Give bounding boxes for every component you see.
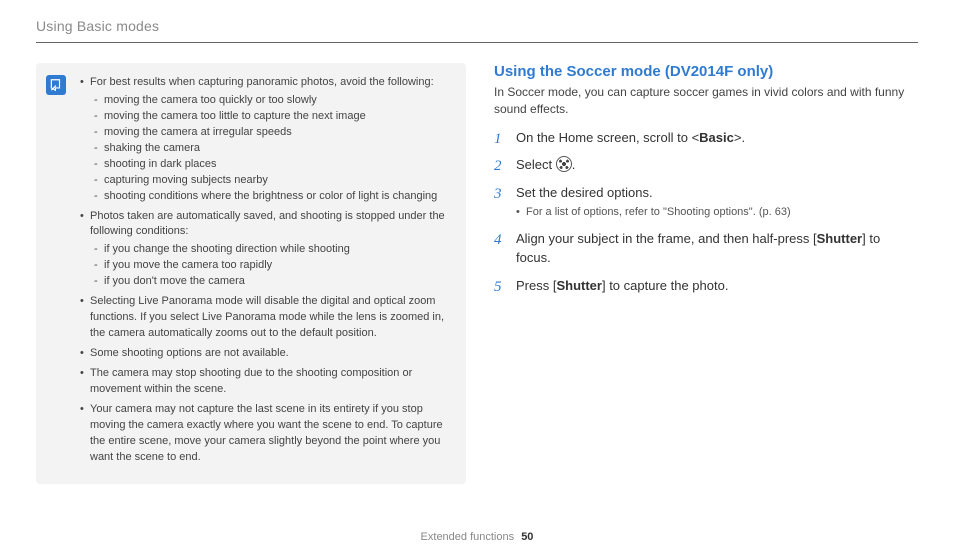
- note-icon: [46, 75, 66, 95]
- step-bold: Shutter: [817, 231, 863, 246]
- tip-item: For best results when capturing panorami…: [80, 75, 452, 205]
- step-text: ] to capture the photo.: [602, 278, 728, 293]
- tips-list: For best results when capturing panorami…: [80, 75, 452, 466]
- tip-sub: shooting in dark places: [90, 157, 452, 173]
- step-text: .: [572, 157, 576, 172]
- footer-label: Extended functions: [421, 531, 515, 543]
- step-text: Set the desired options.: [516, 185, 653, 200]
- tip-sub: moving the camera too quickly or too slo…: [90, 93, 452, 109]
- step-1: On the Home screen, scroll to <Basic>.: [494, 128, 918, 148]
- tip-text: For best results when capturing panorami…: [90, 76, 434, 88]
- tip-sub: moving the camera at irregular speeds: [90, 125, 452, 141]
- tip-sub: moving the camera too little to capture …: [90, 109, 452, 125]
- step-text: Press [: [516, 278, 556, 293]
- tip-sub: if you move the camera too rapidly: [90, 258, 452, 274]
- step-5: Press [Shutter] to capture the photo.: [494, 276, 918, 296]
- footer-page-number: 50: [521, 531, 533, 543]
- tip-item: Selecting Live Panorama mode will disabl…: [80, 294, 452, 342]
- tip-sub: shooting conditions where the brightness…: [90, 189, 452, 205]
- tip-text: Photos taken are automatically saved, an…: [90, 210, 445, 238]
- step-text: >.: [734, 130, 745, 145]
- tip-item: Some shooting options are not available.: [80, 346, 452, 362]
- soccer-ball-icon: [556, 156, 572, 172]
- soccer-mode-heading: Using the Soccer mode (DV2014F only): [494, 63, 918, 80]
- soccer-mode-intro: In Soccer mode, you can capture soccer g…: [494, 84, 918, 118]
- divider: [36, 42, 918, 43]
- step-2: Select .: [494, 155, 918, 175]
- step-sub: For a list of options, refer to "Shootin…: [516, 204, 918, 221]
- step-bold: Shutter: [556, 278, 602, 293]
- steps-list: On the Home screen, scroll to <Basic>. S…: [494, 128, 918, 296]
- tip-sub: capturing moving subjects nearby: [90, 173, 452, 189]
- step-text: On the Home screen, scroll to <: [516, 130, 699, 145]
- tip-sub: if you don't move the camera: [90, 274, 452, 290]
- tip-sub: if you change the shooting direction whi…: [90, 242, 452, 258]
- step-bold: Basic: [699, 130, 734, 145]
- tips-box: For best results when capturing panorami…: [36, 63, 466, 484]
- section-title: Using Basic modes: [36, 18, 918, 34]
- tip-item: The camera may stop shooting due to the …: [80, 366, 452, 398]
- page-footer: Extended functions 50: [0, 531, 954, 543]
- step-4: Align your subject in the frame, and the…: [494, 229, 918, 268]
- step-3: Set the desired options. For a list of o…: [494, 183, 918, 221]
- step-text: Align your subject in the frame, and the…: [516, 231, 817, 246]
- step-text: Select: [516, 157, 556, 172]
- tip-sub: shaking the camera: [90, 141, 452, 157]
- tip-item: Photos taken are automatically saved, an…: [80, 209, 452, 291]
- tip-item: Your camera may not capture the last sce…: [80, 402, 452, 466]
